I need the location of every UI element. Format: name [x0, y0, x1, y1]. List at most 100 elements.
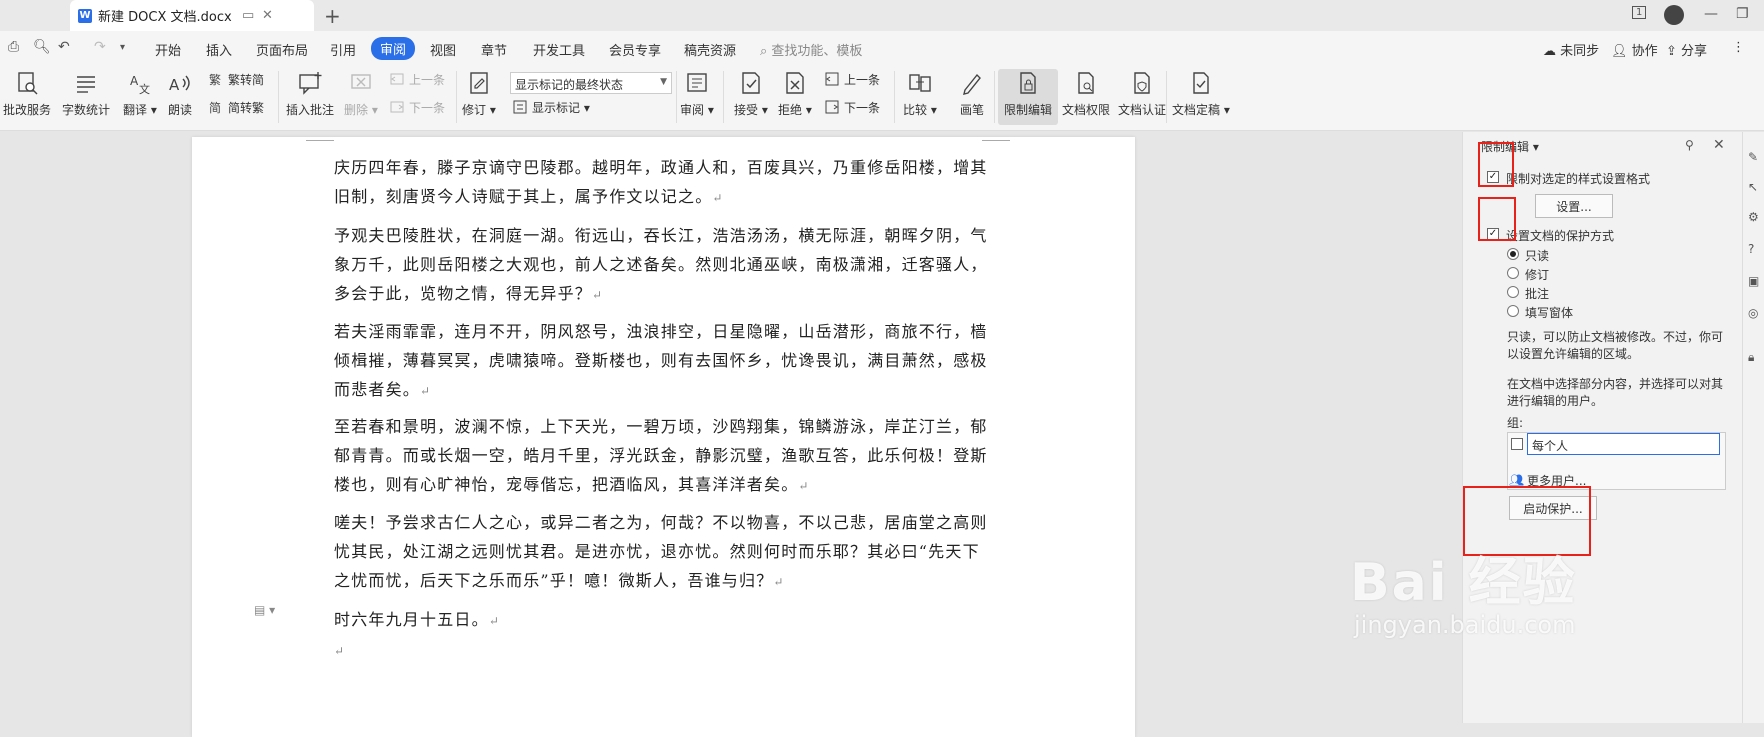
exception-description: 进行编辑的用户。 [1507, 394, 1604, 408]
next-revision-button[interactable]: 下一条 [824, 97, 880, 117]
paragraph[interactable]: 嗟夫！予尝求古仁人之心，或异二者之为，何哉？不以物喜，不以己悲，居庙堂之高则忧其… [334, 508, 994, 597]
restore-icon[interactable]: ❐ [1736, 6, 1749, 22]
print-preview-icon[interactable]: 🔍︎ [33, 39, 51, 55]
translate-button[interactable]: A文 翻译 ▾ [123, 69, 157, 125]
show-markup-button[interactable]: 显示标记 ▾ [512, 97, 590, 117]
prev-revision-button[interactable]: 上一条 [824, 69, 880, 89]
everyone-item[interactable]: 每个人 [1527, 433, 1720, 455]
edit-icon[interactable]: ✎ [1748, 150, 1758, 164]
prev-comment-button[interactable]: 上一条 [389, 69, 445, 89]
doc-cert-label: 文档认证 [1118, 103, 1167, 117]
paragraph-mark: ↵ [420, 384, 432, 398]
radio-form[interactable] [1507, 305, 1519, 317]
paragraph-mark: ↵ [592, 288, 604, 302]
redo-icon[interactable]: ↷ [94, 39, 106, 55]
compare-button[interactable]: 比较 ▾ [903, 69, 937, 125]
paragraph[interactable]: 庆历四年春，滕子京谪守巴陵郡。越明年，政通人和，百废具兴，乃重修岳阳楼，增其旧制… [334, 153, 994, 213]
avatar[interactable] [1664, 5, 1684, 25]
monitor-icon[interactable]: ▭ [242, 8, 254, 23]
minimize-icon[interactable]: — [1704, 6, 1718, 22]
delete-comment-button[interactable]: 删除 ▾ [344, 69, 378, 125]
customize-chevron-icon[interactable]: ▾ [120, 42, 125, 53]
menu-home[interactable]: 开始 [155, 40, 181, 59]
new-tab-icon[interactable]: + [324, 4, 341, 28]
doc-rights-icon [1072, 69, 1100, 97]
close-panel-icon[interactable]: ✕ [1713, 137, 1725, 153]
page-indicator[interactable]: 1 [1632, 6, 1647, 19]
restrict-edit-button[interactable]: 限制编辑 [998, 69, 1058, 125]
pen-label: 画笔 [959, 103, 984, 117]
document-tab-title: 新建 DOCX 文档.docx [98, 10, 232, 25]
search-icon: ⌕ [760, 44, 768, 59]
share-label: 分享 [1681, 44, 1708, 59]
doc-final-icon [1187, 69, 1215, 97]
paragraph-mark: ↵ [488, 614, 501, 628]
undo-icon[interactable]: ↶ [58, 39, 70, 55]
radio-comment[interactable] [1507, 286, 1519, 298]
share-button[interactable]: ⇪ 分享 [1666, 40, 1707, 59]
doc-cert-button[interactable]: 文档认证 [1118, 69, 1166, 125]
menu-member[interactable]: 会员专享 [609, 40, 661, 59]
show-markup-label: 显示标记 ▾ [532, 100, 590, 115]
paragraph[interactable]: ↵ [334, 635, 994, 666]
cursor-icon[interactable]: ↖ [1748, 180, 1758, 194]
paragraph[interactable]: 若夫淫雨霏霏，连月不开，阴风怒号，浊浪排空，日星隐曜，山岳潜形，商旅不行，樯倾楫… [334, 317, 994, 406]
paragraph[interactable]: 时六年九月十五日。↵ [334, 605, 994, 636]
sync-status[interactable]: ☁ 未同步 [1543, 40, 1599, 59]
menu-insert[interactable]: 插入 [206, 40, 232, 59]
more-menu-icon[interactable]: ⋮ [1732, 40, 1745, 55]
palette-icon[interactable]: ◎ [1748, 306, 1758, 320]
menu-references[interactable]: 引用 [330, 40, 356, 59]
svg-text:A: A [130, 74, 139, 88]
revise-button[interactable]: 修订 ▾ [462, 69, 496, 125]
pigai-icon [13, 69, 41, 97]
review-pane-button[interactable]: 审阅 ▾ [680, 69, 714, 125]
doc-rights-button[interactable]: 文档权限 [1062, 69, 1110, 125]
read-aloud-button[interactable]: A 朗读 [166, 69, 194, 125]
pen-button[interactable]: 画笔 [958, 69, 986, 125]
ribbon-separator [1166, 71, 1167, 123]
radio-revise[interactable] [1507, 267, 1519, 279]
menu-view[interactable]: 视图 [430, 40, 456, 59]
help-icon[interactable]: ? [1748, 242, 1754, 256]
review-ribbon: 批改服务 字数统计 A文 翻译 ▾ A 朗读 繁 繁转简 简 简转繁 插入批注 … [0, 65, 1764, 131]
menu-review[interactable]: 审阅 [371, 37, 416, 60]
doc-final-button[interactable]: 文档定稿 ▾ [1172, 69, 1230, 125]
radio-readonly[interactable] [1507, 248, 1519, 260]
simp-to-trad-button[interactable]: 简 简转繁 [208, 97, 264, 117]
document-tab[interactable]: W 新建 DOCX 文档.docx ▭ ✕ [70, 0, 314, 31]
word-count-button[interactable]: 字数统计 [62, 69, 110, 125]
paragraph[interactable]: 予观夫巴陵胜状，在洞庭一湖。衔远山，吞长江，浩浩汤汤，横无际涯，朝晖夕阴，气象万… [334, 221, 994, 310]
pigai-button[interactable]: 批改服务 [3, 69, 51, 125]
adjust-icon[interactable]: ⚙ [1748, 210, 1759, 224]
menu-bar: ⎙ 🔍︎ ↶ ↷ ▾ 开始 插入 页面布局 引用 审阅 视图 章节 开发工具 会… [0, 31, 1764, 65]
next-comment-button[interactable]: 下一条 [389, 97, 445, 117]
doc-rights-label: 文档权限 [1062, 103, 1111, 117]
reject-button[interactable]: 拒绝 ▾ [778, 69, 812, 125]
markup-state-select[interactable]: 显示标记的最终状态 ▼ [510, 72, 672, 94]
print-icon[interactable]: ⎙ [8, 39, 19, 55]
menu-chapter[interactable]: 章节 [481, 40, 507, 59]
close-tab-icon[interactable]: ✕ [262, 8, 273, 23]
everyone-checkbox[interactable] [1511, 438, 1523, 450]
lock-icon[interactable]: 🔒︎ [1748, 350, 1754, 365]
image-icon[interactable]: ▣ [1748, 274, 1759, 288]
collab-button[interactable]: 👤︎ 协作 [1611, 40, 1658, 59]
menu-page-layout[interactable]: 页面布局 [256, 40, 308, 59]
svg-text:简: 简 [209, 101, 221, 115]
insert-comment-button[interactable]: 插入批注 [286, 69, 334, 125]
pin-icon[interactable]: ⚲ [1685, 138, 1694, 152]
menu-resources[interactable]: 稿壳资源 [684, 40, 736, 59]
accept-button[interactable]: 接受 ▾ [734, 69, 768, 125]
next-revision-icon [825, 100, 839, 114]
paragraph-text: 嗟夫！予尝求古仁人之心，或异二者之为，何哉？不以物喜，不以己悲，居庙堂之高则忧其… [334, 513, 988, 590]
menu-developer[interactable]: 开发工具 [533, 40, 585, 59]
settings-button[interactable]: 设置... [1535, 194, 1613, 218]
insert-comment-label: 插入批注 [286, 103, 335, 117]
doc-outline-icon[interactable]: ▤ ▾ [254, 603, 275, 617]
document-page[interactable]: 庆历四年春，滕子京谪守巴陵郡。越明年，政通人和，百废具兴，乃重修岳阳楼，增其旧制… [192, 137, 1135, 737]
feature-search[interactable]: ⌕ 查找功能、模板 [760, 40, 862, 59]
svg-text:A: A [169, 76, 180, 94]
trad-to-simp-button[interactable]: 繁 繁转简 [208, 69, 264, 89]
paragraph[interactable]: 至若春和景明，波澜不惊，上下天光，一碧万顷，沙鸥翔集，锦鳞游泳，岸芷汀兰，郁郁青… [334, 412, 994, 501]
